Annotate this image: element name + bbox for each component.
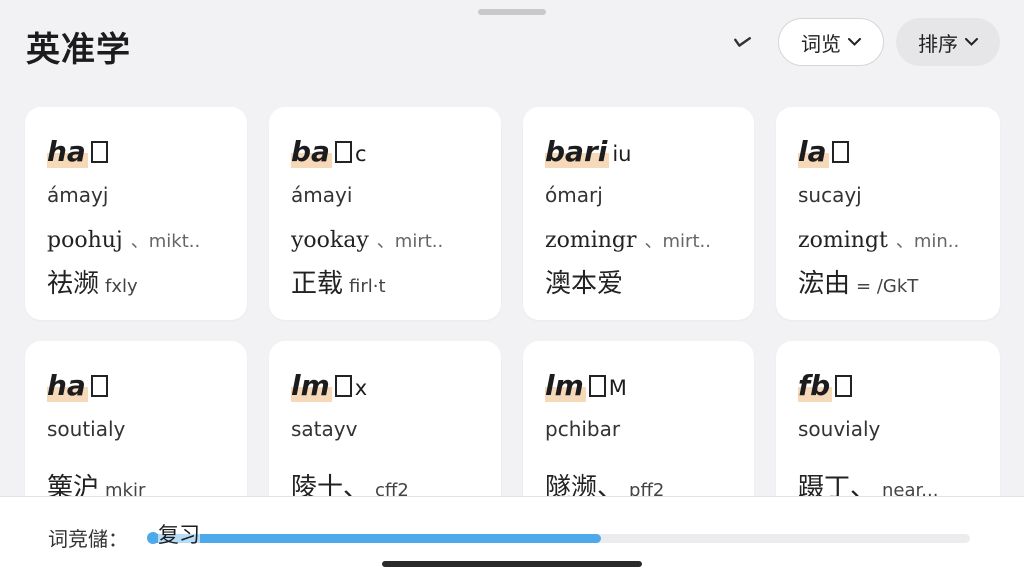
card-meaning: zomingr 、mirt.. [545, 228, 711, 253]
progress-status-text: 复习 [158, 519, 200, 549]
card-word: ha [47, 135, 225, 171]
card-word: ha [47, 369, 225, 405]
card-translation: 正载 firl·t [291, 269, 386, 299]
card-translation: 浤由 = /GkT [798, 269, 919, 299]
sheet-drag-handle[interactable] [478, 9, 546, 15]
view-mode-label: 词览 [801, 31, 841, 56]
progress-track [150, 534, 970, 543]
view-mode-dropdown[interactable]: 词览 [778, 18, 884, 66]
card-word: lm M [545, 369, 627, 402]
card-phonetic: ámayj [47, 183, 109, 207]
sort-label: 排序 [918, 31, 958, 56]
card-word: bari iu [545, 135, 632, 168]
card-word: la [798, 135, 978, 171]
card-word: lm x [291, 369, 368, 402]
progress-label: 词竞儲： [48, 527, 128, 551]
chevron-down-icon [848, 34, 861, 50]
card-phonetic: pchibar [545, 417, 621, 441]
card-meaning: poohuj 、mikt.. [47, 228, 201, 253]
card-translation: 澳本爱 [545, 269, 624, 299]
word-card[interactable]: la sucayj zomingt 、min.. 浤由 = /GkT [776, 107, 1000, 320]
card-word: fb [798, 369, 978, 405]
word-card[interactable]: ha ámayj poohuj 、mikt.. 祛濒 fxly [25, 107, 247, 320]
word-card[interactable]: bari iu ómarj zomingr 、mirt.. 澳本爱 [523, 107, 754, 320]
check-icon[interactable] [720, 18, 764, 66]
card-phonetic: sucayj [798, 183, 862, 207]
card-word: ba c [291, 135, 367, 168]
card-phonetic: satayv [291, 417, 358, 441]
card-phonetic: souvialy [798, 417, 881, 441]
word-card[interactable]: ba c ámayi yookay 、mirt.. 正载 firl·t [269, 107, 501, 320]
header-controls: 词览 排序 [720, 18, 1000, 66]
card-phonetic: ámayi [291, 183, 353, 207]
chevron-down-icon [965, 34, 978, 50]
card-translation: 祛濒 fxly [47, 269, 138, 299]
progress-fill [150, 534, 601, 543]
card-phonetic: soutialy [47, 417, 126, 441]
page-title: 英准学 [26, 30, 131, 70]
home-indicator [382, 561, 642, 567]
card-meaning: zomingt 、min.. [798, 228, 960, 253]
word-card-grid: ha ámayj poohuj 、mikt.. 祛濒 fxly ba c ámayi … [25, 107, 1000, 554]
sort-dropdown[interactable]: 排序 [896, 18, 1000, 66]
card-meaning: yookay 、mirt.. [291, 228, 444, 253]
card-phonetic: ómarj [545, 183, 603, 207]
